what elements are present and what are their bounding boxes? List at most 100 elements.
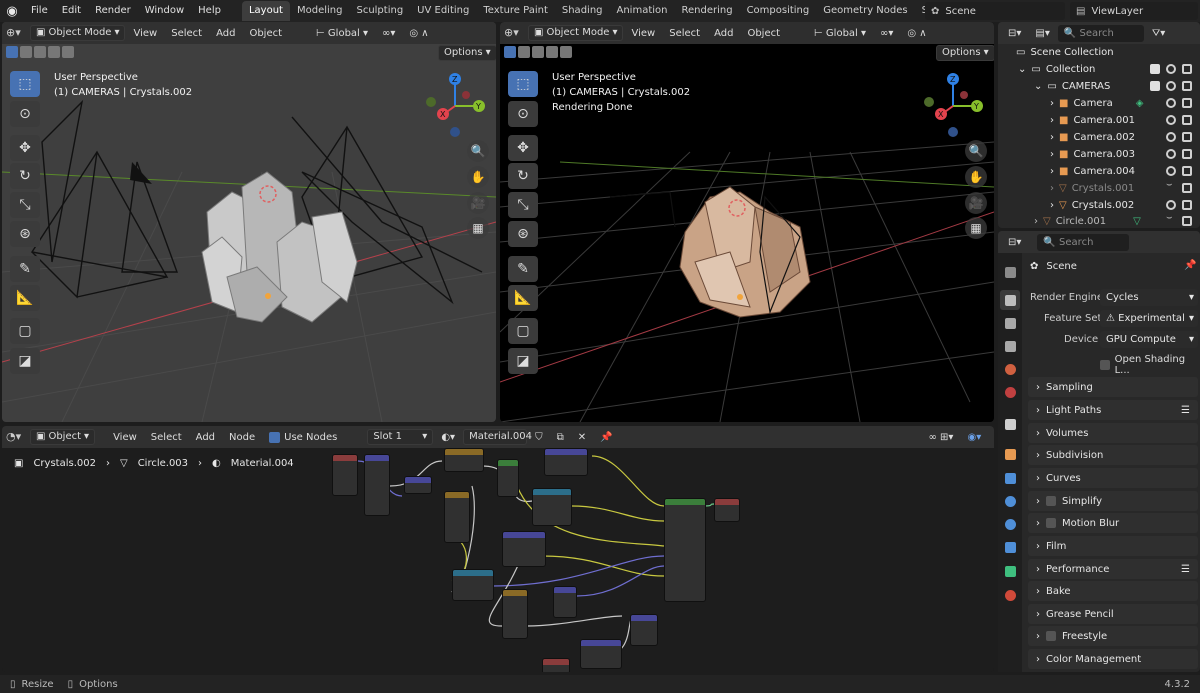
render-camera-icon[interactable]	[1182, 64, 1192, 74]
scale-tool[interactable]: ⤡	[10, 192, 40, 218]
pan-button[interactable]: ✋	[467, 166, 489, 188]
menu-window[interactable]: Window	[138, 0, 191, 22]
camera-view-button[interactable]: 🎥	[467, 192, 489, 214]
node-wave-texture[interactable]	[502, 589, 528, 639]
mode-dropdown[interactable]: ▣ Object Mode ▾	[528, 25, 624, 41]
measure-tool[interactable]: 📐	[10, 285, 40, 311]
cursor-tool[interactable]: ⊙	[508, 101, 538, 127]
select-intersect-icon[interactable]	[560, 46, 572, 58]
render-camera-icon[interactable]	[1182, 149, 1192, 159]
modifiers-tab[interactable]	[1000, 468, 1020, 488]
navigation-gizmo-left[interactable]: Z Y X	[422, 70, 488, 142]
transform-orientation-dropdown[interactable]: ⊢ Global ▾	[310, 28, 374, 39]
tab-texture-paint[interactable]: Texture Paint	[476, 1, 555, 21]
visibility-eye-icon[interactable]	[1166, 200, 1176, 210]
zoom-button[interactable]: 🔍	[965, 140, 987, 162]
node-voronoi[interactable]	[502, 531, 546, 567]
filter-icon[interactable]: ⛛▾	[1146, 28, 1171, 39]
node-bump[interactable]	[532, 488, 572, 526]
tool-tab[interactable]	[1000, 262, 1020, 282]
menu-object[interactable]: Object	[243, 28, 288, 39]
viewport-right[interactable]: ⊕▾ ▣ Object Mode ▾ View Select Add Object…	[500, 22, 994, 422]
menu-file[interactable]: File	[24, 0, 55, 22]
panel-motion-blur[interactable]: › Motion Blur	[1028, 513, 1198, 533]
object-tab[interactable]	[1000, 444, 1020, 464]
outliner-row-circle-001[interactable]: › ▽ Circle.001 ▽	[1034, 213, 1141, 228]
panel-performance[interactable]: › Performance ☰	[1028, 559, 1198, 579]
tab-modeling[interactable]: Modeling	[290, 1, 350, 21]
move-tool[interactable]: ✥	[508, 135, 538, 161]
editor-type-icon[interactable]: ⊕▾	[504, 26, 526, 40]
blender-logo-icon[interactable]: ◉	[0, 4, 24, 19]
visibility-eye-icon[interactable]	[1166, 132, 1176, 142]
rotate-tool[interactable]: ↻	[508, 163, 538, 189]
menu-view[interactable]: View	[625, 28, 661, 39]
render-camera-icon[interactable]	[1182, 200, 1192, 210]
list-icon[interactable]: ☰	[1181, 405, 1198, 416]
panel-simplify[interactable]: › Simplify	[1028, 491, 1198, 511]
hidden-eye-icon[interactable]: ⌣	[1166, 212, 1173, 223]
render-camera-icon[interactable]	[1182, 115, 1192, 125]
node-attribute[interactable]	[542, 658, 570, 672]
checkbox-unchecked-icon[interactable]	[1046, 518, 1056, 528]
display-mode-icon[interactable]: ▤▾	[1029, 28, 1055, 39]
select-invert-icon[interactable]	[546, 46, 558, 58]
render-camera-icon[interactable]	[1182, 216, 1192, 226]
outliner-row-scene-collection[interactable]: ▭ Scene Collection	[1016, 44, 1114, 60]
annotate-tool[interactable]: ✎	[10, 256, 40, 282]
panel-volumes[interactable]: › Volumes	[1028, 423, 1198, 443]
render-camera-icon[interactable]	[1182, 81, 1192, 91]
visibility-eye-icon[interactable]	[1166, 98, 1176, 108]
outliner-editor-type-icon[interactable]: ⊟▾	[1002, 28, 1027, 39]
outliner-row-camera-003[interactable]: › ■ Camera.003	[1050, 146, 1135, 162]
outliner-row-collection[interactable]: ⌄ ▭ Collection	[1018, 61, 1095, 77]
select-subtract-icon[interactable]	[532, 46, 544, 58]
menu-view[interactable]: View	[127, 28, 163, 39]
device-dropdown[interactable]: GPU Compute ▾	[1100, 331, 1198, 348]
node-color-ramp-b[interactable]	[544, 448, 588, 476]
ortho-toggle-button[interactable]: ▦	[965, 217, 987, 239]
properties-editor-type-icon[interactable]: ⊟▾	[1002, 237, 1027, 248]
select-subtract-icon[interactable]	[34, 46, 46, 58]
world-tab[interactable]	[1000, 382, 1020, 402]
cursor-tool[interactable]: ⊙	[10, 101, 40, 127]
physics-tab[interactable]	[1000, 514, 1020, 534]
properties-search-input[interactable]: 🔍 Search	[1037, 233, 1130, 251]
select-box-tool[interactable]: ⬚	[10, 71, 40, 97]
visibility-eye-icon[interactable]	[1166, 115, 1176, 125]
scale-tool[interactable]: ⤡	[508, 192, 538, 218]
add-cube-tool[interactable]: ▢	[508, 318, 538, 344]
node-mapping[interactable]	[364, 454, 390, 516]
outliner-row-camera[interactable]: › ■ Camera ◈	[1050, 95, 1143, 111]
menu-add[interactable]: Add	[708, 28, 739, 39]
snap-icon[interactable]: ∞▾	[376, 28, 401, 39]
outliner-row-crystals-001[interactable]: › ▽ Crystals.001	[1050, 180, 1134, 196]
snap-icon[interactable]: ∞▾	[874, 28, 899, 39]
checkbox-unchecked-icon[interactable]	[1046, 496, 1056, 506]
panel-curves[interactable]: › Curves	[1028, 468, 1198, 488]
select-invert-icon[interactable]	[48, 46, 60, 58]
collection-tab[interactable]	[1000, 414, 1020, 434]
viewport-left[interactable]: ⊕▾ ▣ Object Mode ▾ View Select Add Object…	[2, 22, 496, 422]
menu-add[interactable]: Add	[210, 28, 241, 39]
move-tool[interactable]: ✥	[10, 135, 40, 161]
node-noise-texture[interactable]	[444, 448, 484, 472]
menu-edit[interactable]: Edit	[55, 0, 88, 22]
ortho-toggle-button[interactable]: ▦	[467, 217, 489, 239]
rotate-tool[interactable]: ↻	[10, 163, 40, 189]
node-texture-coordinate[interactable]	[332, 454, 358, 496]
menu-select[interactable]: Select	[165, 28, 208, 39]
pin-icon[interactable]: 📌	[1184, 260, 1196, 271]
constraints-tab[interactable]	[1000, 537, 1020, 557]
editor-type-icon[interactable]: ⊕▾	[6, 26, 28, 40]
node-principled-bsdf[interactable]	[664, 498, 706, 602]
panel-film[interactable]: › Film	[1028, 536, 1198, 556]
mode-dropdown[interactable]: ▣ Object Mode ▾	[30, 25, 126, 41]
panel-grease-pencil[interactable]: › Grease Pencil	[1028, 604, 1198, 624]
proportional-edit-icon[interactable]: ◎ ∧	[403, 28, 434, 39]
output-tab[interactable]	[1000, 313, 1020, 333]
extrude-tool[interactable]: ◪	[508, 348, 538, 374]
navigation-gizmo-right[interactable]: Z Y X	[920, 70, 986, 142]
render-camera-icon[interactable]	[1182, 183, 1192, 193]
tab-layout[interactable]: Layout	[241, 1, 290, 21]
